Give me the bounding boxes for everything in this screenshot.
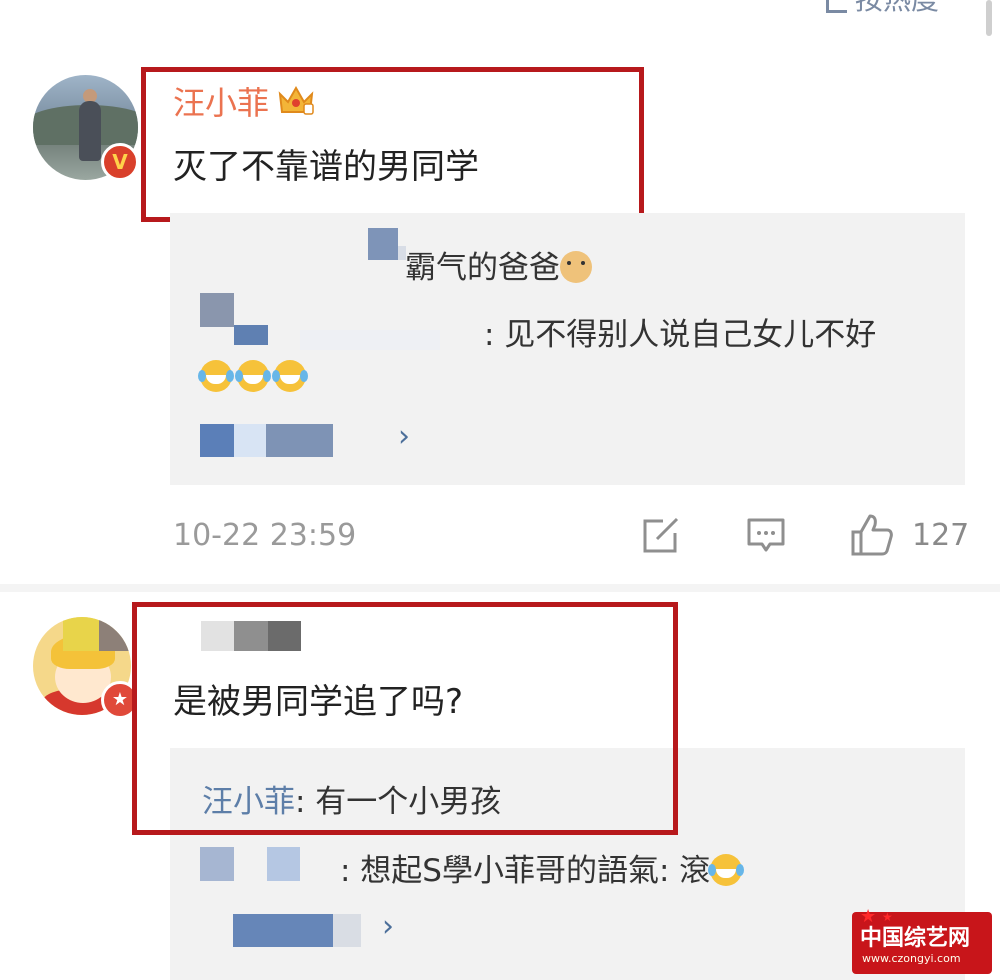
blurred-username — [368, 228, 398, 260]
watermark-logo: ★ ★ 中国综艺网 www.czongyi.com — [852, 906, 992, 974]
blurred-more-replies[interactable] — [200, 424, 234, 457]
sort-by-hot-button[interactable]: 按热度 — [826, 0, 939, 18]
blurred-username — [300, 330, 440, 350]
doge-emoji — [560, 251, 592, 283]
share-icon[interactable] — [641, 517, 681, 555]
blurred-more-replies[interactable] — [233, 914, 333, 947]
blurred-more-replies[interactable] — [333, 914, 361, 947]
reply-item: 霸气的爸爸 — [405, 242, 592, 287]
blurred-username — [267, 847, 300, 881]
chevron-right-icon[interactable]: › — [398, 419, 410, 454]
comment-text: 灭了不靠谱的男同学 — [173, 147, 479, 187]
comment-author-name[interactable]: 汪小菲 — [173, 84, 269, 122]
blurred-username — [234, 325, 268, 345]
like-icon[interactable] — [850, 513, 894, 557]
verified-icon: V — [101, 143, 139, 181]
reply-author[interactable]: 汪小菲 — [202, 784, 295, 820]
reply-item: : 见不得别人说自己女儿不好 — [484, 317, 877, 353]
chevron-right-icon[interactable]: › — [382, 909, 394, 944]
divider — [0, 584, 1000, 592]
sort-label: 按热度 — [855, 0, 939, 16]
blurred-username — [200, 847, 234, 881]
laugh-cry-emoji — [708, 854, 745, 886]
laugh-cry-emoji — [272, 360, 309, 392]
comment-author[interactable]: 汪小菲 — [173, 78, 315, 124]
comment-icon[interactable] — [746, 517, 786, 555]
reply-text: : 想起S學小菲哥的語氣: 滾 — [340, 853, 711, 889]
emoji-row — [198, 360, 309, 392]
blurred-username — [200, 293, 234, 327]
reply-text: : 有一个小男孩 — [295, 784, 502, 820]
watermark-name: 中国综艺网 — [860, 926, 971, 951]
reply-item: : 想起S學小菲哥的語氣: 滾 — [340, 845, 745, 890]
sort-icon — [826, 0, 847, 13]
crown-icon — [278, 85, 314, 115]
blurred-more-replies[interactable] — [266, 424, 333, 457]
watermark-url: www.czongyi.com — [862, 952, 961, 965]
reply-item: 汪小菲: 有一个小男孩 — [202, 776, 501, 821]
laugh-cry-emoji — [198, 360, 234, 392]
laugh-cry-emoji — [235, 360, 272, 392]
scrollbar[interactable] — [986, 0, 992, 36]
like-count: 127 — [912, 518, 970, 553]
timestamp: 10-22 23:59 — [173, 518, 357, 553]
reply-text: 霸气的爸爸 — [405, 250, 560, 286]
blurred-more-replies[interactable] — [234, 424, 266, 457]
